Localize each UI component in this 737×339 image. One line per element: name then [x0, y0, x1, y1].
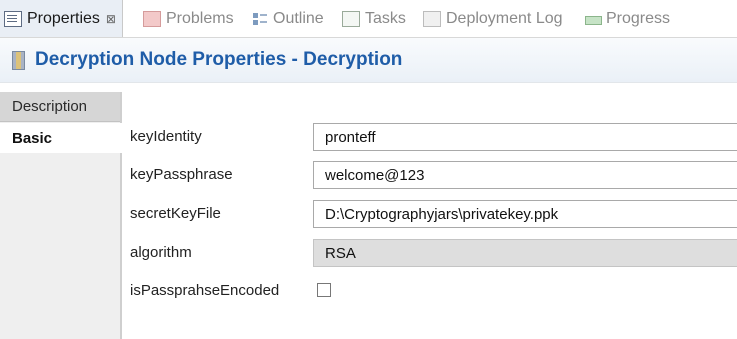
tab-outline[interactable]: Outline: [252, 0, 324, 37]
problems-icon: [143, 10, 161, 27]
keypassphrase-label: keyPassphrase: [130, 166, 233, 183]
tab-properties-label: Properties: [27, 9, 100, 27]
tab-deployment-log-label: Deployment Log: [446, 9, 563, 27]
tab-progress[interactable]: Progress: [585, 0, 670, 37]
tasks-icon: [342, 10, 360, 27]
property-row-keypassphrase: keyPassphrase: [130, 161, 737, 191]
tab-tasks-label: Tasks: [365, 9, 406, 27]
properties-title-bar: Decryption Node Properties - Decryption: [0, 38, 737, 83]
property-row-secretkeyfile: secretKeyFile: [130, 200, 737, 230]
deployment-log-icon: [423, 10, 441, 27]
keyidentity-label: keyIdentity: [130, 128, 202, 145]
tab-properties[interactable]: Properties ⊠: [0, 0, 123, 37]
tab-problems[interactable]: Problems: [143, 0, 234, 37]
section-description[interactable]: Description: [0, 92, 120, 122]
keypassphrase-input[interactable]: [313, 161, 737, 189]
secretkeyfile-label: secretKeyFile: [130, 205, 221, 222]
tab-problems-label: Problems: [166, 9, 234, 27]
ispassprahseencoded-label: isPassprahseEncoded: [130, 282, 280, 299]
property-row-ispassprahseencoded: isPassprahseEncoded: [130, 277, 737, 307]
ispassprahseencoded-checkbox[interactable]: [317, 283, 331, 297]
properties-icon: [4, 10, 22, 27]
section-basic[interactable]: Basic: [0, 123, 122, 153]
algorithm-input[interactable]: [313, 239, 737, 267]
view-tab-bar: Properties ⊠ Problems Outline Tasks Depl…: [0, 0, 737, 38]
node-icon: [12, 50, 25, 70]
progress-icon: [585, 12, 602, 26]
property-row-keyidentity: keyIdentity: [130, 123, 737, 153]
algorithm-label: algorithm: [130, 244, 192, 261]
close-icon[interactable]: ⊠: [106, 12, 116, 26]
tab-progress-label: Progress: [606, 9, 671, 27]
page-title: Decryption Node Properties - Decryption: [35, 49, 403, 70]
property-row-algorithm: algorithm: [130, 239, 737, 269]
section-list: Description Basic: [0, 92, 122, 339]
tab-tasks[interactable]: Tasks: [342, 0, 406, 37]
outline-icon: [252, 12, 268, 26]
tab-outline-label: Outline: [273, 9, 324, 27]
tab-deployment-log[interactable]: Deployment Log: [423, 0, 563, 37]
keyidentity-input[interactable]: [313, 123, 737, 151]
secretkeyfile-input[interactable]: [313, 200, 737, 228]
